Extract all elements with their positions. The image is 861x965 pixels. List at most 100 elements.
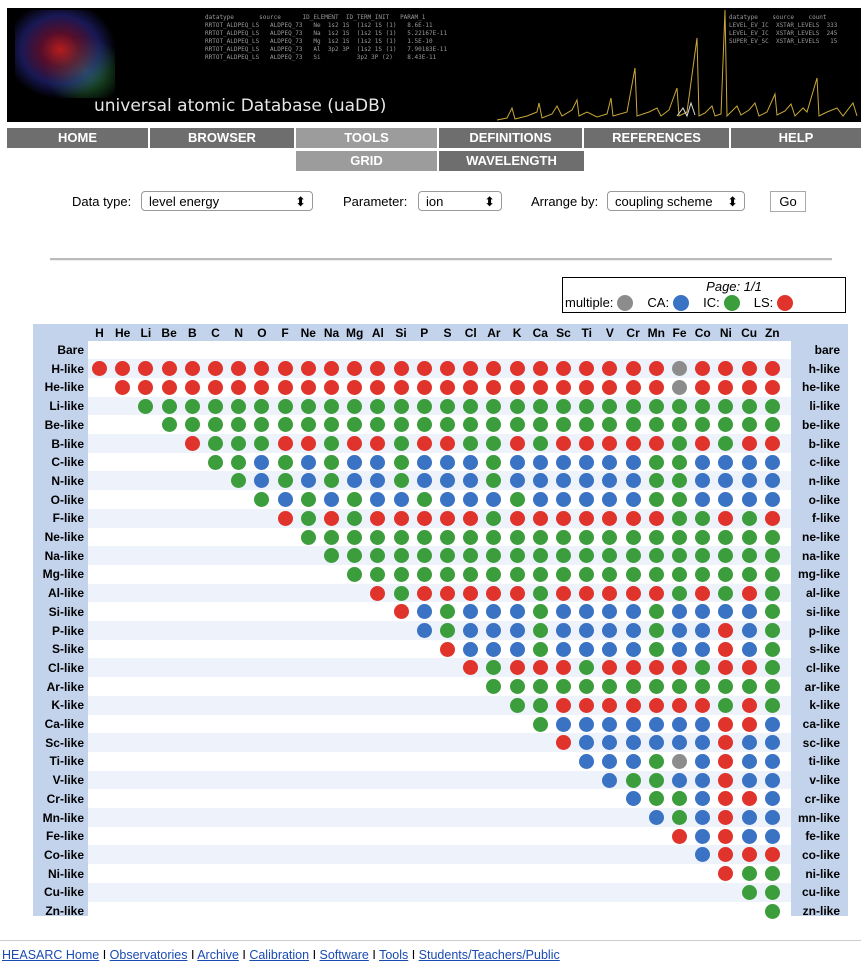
ion-dot[interactable] bbox=[532, 623, 548, 638]
ion-dot[interactable] bbox=[486, 454, 502, 470]
ion-dot[interactable] bbox=[741, 716, 757, 732]
ion-dot[interactable] bbox=[300, 529, 316, 545]
ion-dot[interactable] bbox=[115, 379, 131, 395]
ion-dot[interactable] bbox=[463, 641, 479, 657]
ion-dot[interactable] bbox=[532, 492, 548, 508]
ion-dot[interactable] bbox=[648, 529, 664, 545]
ion-dot[interactable] bbox=[648, 791, 664, 807]
element-header-cu[interactable]: Cu bbox=[737, 326, 761, 340]
ion-dot[interactable] bbox=[672, 772, 687, 788]
ion-dot[interactable] bbox=[602, 716, 618, 732]
footer-link[interactable]: Software bbox=[320, 948, 369, 962]
ion-dot[interactable] bbox=[625, 735, 641, 751]
element-header-h[interactable]: H bbox=[88, 326, 112, 340]
ion-dot[interactable] bbox=[486, 641, 502, 657]
ion-dot[interactable] bbox=[300, 454, 316, 470]
ion-dot[interactable] bbox=[602, 772, 618, 788]
ion-dot[interactable] bbox=[672, 510, 687, 526]
ion-dot[interactable] bbox=[416, 454, 432, 470]
row-label-right[interactable]: b-like bbox=[790, 437, 840, 451]
ion-dot[interactable] bbox=[648, 398, 664, 414]
nav-help[interactable]: HELP bbox=[731, 128, 861, 148]
ion-dot[interactable] bbox=[393, 585, 409, 601]
ion-dot[interactable] bbox=[556, 379, 571, 395]
row-label-right[interactable]: na-like bbox=[790, 549, 840, 563]
element-header-al[interactable]: Al bbox=[366, 326, 390, 340]
row-label-right[interactable]: ni-like bbox=[790, 867, 840, 881]
ion-dot[interactable] bbox=[393, 361, 409, 377]
ion-dot[interactable] bbox=[416, 417, 432, 433]
ion-dot[interactable] bbox=[602, 585, 618, 601]
ion-dot[interactable] bbox=[741, 417, 757, 433]
ion-dot[interactable] bbox=[648, 810, 664, 825]
row-label-right[interactable]: he-like bbox=[790, 380, 840, 394]
row-label-right[interactable]: ar-like bbox=[790, 680, 840, 694]
ion-dot[interactable] bbox=[440, 492, 455, 508]
ion-dot[interactable] bbox=[672, 753, 687, 769]
ion-dot[interactable] bbox=[556, 529, 571, 545]
ion-dot[interactable] bbox=[695, 529, 711, 545]
ion-dot[interactable] bbox=[509, 660, 525, 676]
ion-dot[interactable] bbox=[393, 379, 409, 395]
ion-dot[interactable] bbox=[347, 454, 363, 470]
ion-dot[interactable] bbox=[556, 492, 571, 508]
ion-dot[interactable] bbox=[208, 454, 223, 470]
parameter-select[interactable]: ion ⬍ bbox=[418, 191, 502, 211]
ion-dot[interactable] bbox=[532, 604, 548, 620]
ion-dot[interactable] bbox=[277, 379, 293, 395]
ion-dot[interactable] bbox=[486, 585, 502, 601]
ion-dot[interactable] bbox=[741, 753, 757, 769]
row-label-right[interactable]: v-like bbox=[790, 773, 840, 787]
row-label-left[interactable]: Si-like bbox=[34, 605, 84, 619]
ion-dot[interactable] bbox=[672, 641, 687, 657]
ion-dot[interactable] bbox=[648, 697, 664, 713]
ion-dot[interactable] bbox=[718, 398, 734, 414]
ion-dot[interactable] bbox=[184, 417, 200, 433]
ion-dot[interactable] bbox=[184, 379, 200, 395]
footer-link[interactable]: Calibration bbox=[249, 948, 309, 962]
ion-dot[interactable] bbox=[764, 436, 780, 451]
subnav-grid[interactable]: GRID bbox=[296, 151, 439, 171]
row-label-right[interactable]: ca-like bbox=[790, 717, 840, 731]
element-header-k[interactable]: K bbox=[505, 326, 529, 340]
ion-dot[interactable] bbox=[741, 623, 757, 638]
ion-dot[interactable] bbox=[764, 735, 780, 751]
ion-dot[interactable] bbox=[672, 454, 687, 470]
ion-dot[interactable] bbox=[741, 566, 757, 582]
ion-dot[interactable] bbox=[579, 379, 595, 395]
ion-dot[interactable] bbox=[625, 791, 641, 807]
ion-dot[interactable] bbox=[556, 679, 571, 695]
ion-dot[interactable] bbox=[625, 529, 641, 545]
ion-dot[interactable] bbox=[231, 398, 247, 414]
ion-dot[interactable] bbox=[509, 436, 525, 451]
ion-dot[interactable] bbox=[672, 436, 687, 451]
ion-dot[interactable] bbox=[741, 585, 757, 601]
ion-dot[interactable] bbox=[509, 585, 525, 601]
row-label-right[interactable]: zn-like bbox=[790, 904, 840, 918]
ion-dot[interactable] bbox=[648, 772, 664, 788]
ion-dot[interactable] bbox=[138, 398, 154, 414]
ion-dot[interactable] bbox=[764, 866, 780, 882]
ion-dot[interactable] bbox=[672, 828, 687, 844]
row-label-left[interactable]: C-like bbox=[34, 455, 84, 469]
ion-dot[interactable] bbox=[556, 566, 571, 582]
ion-dot[interactable] bbox=[741, 510, 757, 526]
element-header-sc[interactable]: Sc bbox=[552, 326, 576, 340]
row-label-left[interactable]: Be-like bbox=[34, 418, 84, 432]
ion-dot[interactable] bbox=[509, 529, 525, 545]
ion-dot[interactable] bbox=[741, 772, 757, 788]
ion-dot[interactable] bbox=[741, 828, 757, 844]
ion-dot[interactable] bbox=[625, 398, 641, 414]
row-label-left[interactable]: Na-like bbox=[34, 549, 84, 563]
ion-dot[interactable] bbox=[625, 566, 641, 582]
ion-dot[interactable] bbox=[416, 566, 432, 582]
ion-dot[interactable] bbox=[416, 510, 432, 526]
row-label-right[interactable]: f-like bbox=[790, 511, 840, 525]
element-header-b[interactable]: B bbox=[180, 326, 204, 340]
element-header-f[interactable]: F bbox=[273, 326, 297, 340]
ion-dot[interactable] bbox=[648, 623, 664, 638]
row-label-right[interactable]: mg-like bbox=[790, 567, 840, 581]
ion-dot[interactable] bbox=[463, 566, 479, 582]
ion-dot[interactable] bbox=[648, 361, 664, 377]
element-header-v[interactable]: V bbox=[598, 326, 622, 340]
